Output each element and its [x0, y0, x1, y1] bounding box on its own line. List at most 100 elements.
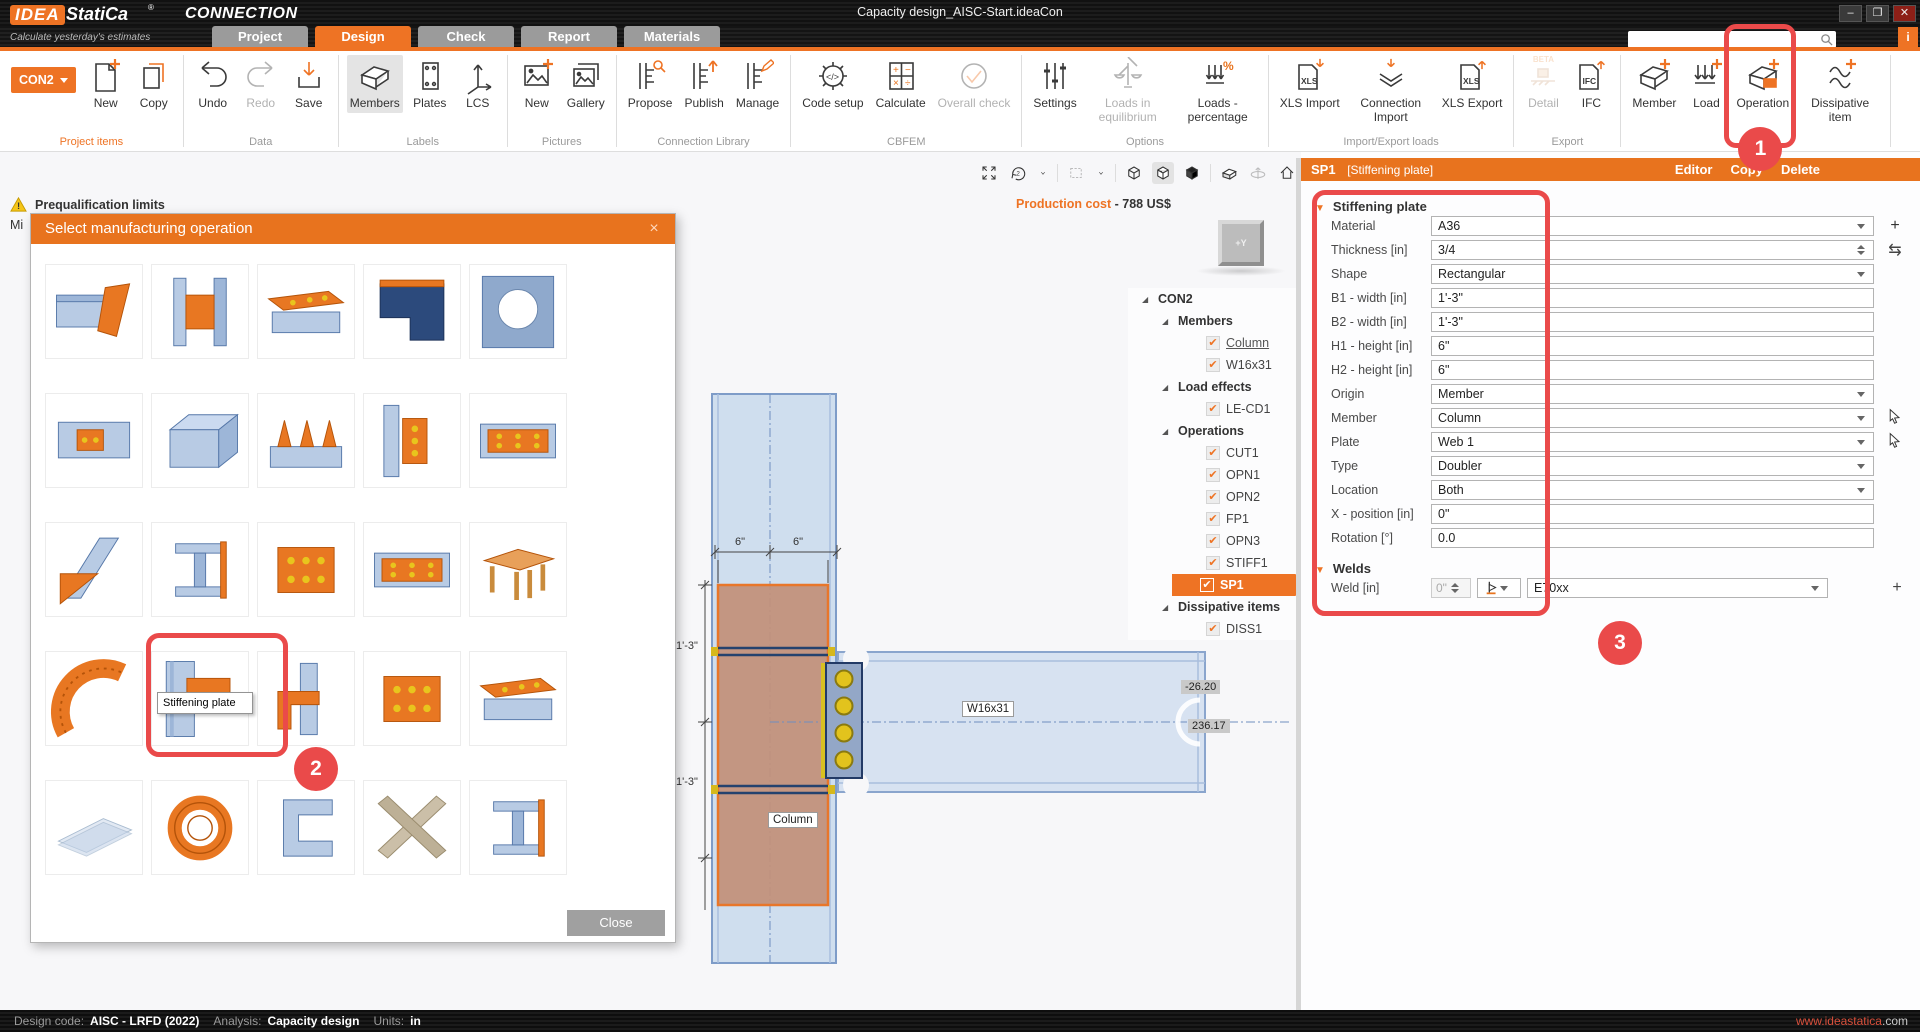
xls-export-button[interactable]: XLS Export [1439, 55, 1506, 113]
spinner-icons[interactable] [1857, 245, 1865, 255]
checkbox[interactable]: ✔ [1206, 534, 1220, 548]
op-opening[interactable] [469, 264, 567, 359]
op-cut-of-member[interactable] [45, 264, 143, 359]
xls-import-button[interactable]: XLS Import [1277, 55, 1343, 113]
op-beam-stub[interactable] [469, 780, 567, 875]
hidden-line-view-icon[interactable] [1152, 162, 1174, 184]
publish-button[interactable]: Publish [681, 55, 726, 113]
op-bend-of-member[interactable] [45, 651, 143, 746]
tree-item[interactable]: ◢ ✔ Load effects [1128, 376, 1298, 398]
tree-item[interactable]: ◢ ✔ LE-CD1 [1128, 398, 1298, 420]
property-value-control[interactable]: 0" [1431, 504, 1874, 524]
new-item-button[interactable]: New [85, 55, 127, 113]
property-value-control[interactable]: Member [1431, 384, 1874, 404]
members-labels-button[interactable]: Members [347, 55, 403, 113]
op-corner-angle[interactable] [257, 651, 355, 746]
maximize-button[interactable]: ❐ [1866, 5, 1889, 22]
property-value-control[interactable]: 6" [1431, 336, 1874, 356]
navigation-cube[interactable]: +Y [1218, 220, 1264, 266]
op-cross-braces[interactable] [363, 780, 461, 875]
minimize-button[interactable]: – [1839, 5, 1862, 22]
tree-item[interactable]: ◢ ✔ SP1 [1128, 574, 1298, 596]
property-value-control[interactable]: 0.0 [1431, 528, 1874, 548]
op-bolted-plates[interactable] [257, 522, 355, 617]
property-value-control[interactable]: Both [1431, 480, 1874, 500]
checkbox[interactable]: ✔ [1206, 336, 1220, 350]
manage-button[interactable]: Manage [733, 55, 782, 113]
op-cover-plate[interactable] [469, 651, 567, 746]
expander-icon[interactable]: ◢ [1162, 383, 1172, 392]
op-ring-opening[interactable] [151, 780, 249, 875]
code-setup-button[interactable]: Code setup [799, 55, 866, 113]
fit-view-icon[interactable] [978, 162, 1000, 184]
tab-project[interactable]: Project [212, 26, 308, 47]
new-picture-button[interactable]: New [516, 55, 558, 113]
op-widener[interactable] [257, 264, 355, 359]
copy-item-button[interactable]: Copy [133, 55, 175, 113]
tree-item[interactable]: ◢ ✔ CUT1 [1128, 442, 1298, 464]
tree-item[interactable]: ◢ ✔ FP1 [1128, 508, 1298, 530]
weld-electrode-dropdown[interactable]: E70xx [1527, 578, 1828, 598]
op-flat-plate[interactable] [45, 780, 143, 875]
chevron-down-icon[interactable] [1036, 162, 1050, 184]
tree-item[interactable]: ◢ ✔ OPN2 [1128, 486, 1298, 508]
section-stiffening-plate[interactable]: ▼ Stiffening plate [1301, 188, 1920, 214]
property-value-control[interactable]: 1'-3" [1431, 312, 1874, 332]
property-value-control[interactable]: A36 [1431, 216, 1874, 236]
delete-operation-button[interactable]: Delete [1781, 158, 1820, 181]
close-button[interactable]: ✕ [1893, 5, 1916, 22]
tree-item[interactable]: ◢ ✔ W16x31 [1128, 354, 1298, 376]
new-member-button[interactable]: Member [1629, 55, 1679, 113]
checkbox[interactable]: ✔ [1206, 358, 1220, 372]
property-value-control[interactable]: Doubler [1431, 456, 1874, 476]
checkbox[interactable]: ✔ [1206, 468, 1220, 482]
property-value-control[interactable]: 6" [1431, 360, 1874, 380]
property-value-control[interactable]: Column [1431, 408, 1874, 428]
save-button[interactable]: Save [288, 55, 330, 113]
op-bolt-grid[interactable] [363, 651, 461, 746]
editor-button[interactable]: Editor [1675, 158, 1713, 181]
op-fin-plate[interactable] [363, 393, 461, 488]
expander-icon[interactable]: ◢ [1162, 603, 1172, 612]
tree-item[interactable]: ◢ ✔ Operations [1128, 420, 1298, 442]
pick-cursor-icon[interactable] [1884, 432, 1906, 453]
weld-type-dropdown[interactable] [1477, 578, 1521, 598]
chevron-down-icon[interactable] [1094, 162, 1108, 184]
checkbox[interactable]: ✔ [1206, 402, 1220, 416]
new-load-button[interactable]: Load [1685, 55, 1727, 113]
tree-item[interactable]: ◢ ✔ DISS1 [1128, 618, 1298, 640]
settings-button[interactable]: Settings [1030, 55, 1079, 113]
plates-labels-button[interactable]: Plates [409, 55, 451, 113]
checkbox[interactable]: ✔ [1206, 446, 1220, 460]
website-link[interactable]: www.ideastatica.com [1796, 1014, 1908, 1028]
calculate-button[interactable]: Calculate [873, 55, 929, 113]
expander-icon[interactable]: ◢ [1162, 427, 1172, 436]
home-view-icon[interactable] [1276, 162, 1298, 184]
tree-item[interactable]: ◢ ✔ STIFF1 [1128, 552, 1298, 574]
checkbox[interactable]: ✔ [1206, 556, 1220, 570]
tree-item[interactable]: ◢ ✔ OPN1 [1128, 464, 1298, 486]
add-item-icon[interactable]: + [1884, 217, 1906, 235]
tree-item[interactable]: ◢ ✔ Dissipative items [1128, 596, 1298, 618]
new-operation-button[interactable]: 1 Operation [1733, 55, 1792, 113]
new-dissipative-item-button[interactable]: Dissipative item [1798, 55, 1882, 127]
op-rib[interactable] [257, 393, 355, 488]
tree-item[interactable]: ◢ ✔ Members [1128, 310, 1298, 332]
tree-item[interactable]: ◢ ✔ CON2 [1128, 288, 1298, 310]
op-connecting-plate[interactable] [363, 522, 461, 617]
property-value-control[interactable]: 3/4 [1431, 240, 1874, 260]
dialog-close-button[interactable]: Close [567, 910, 665, 936]
rotate-view-icon[interactable] [1007, 162, 1029, 184]
op-end-plate[interactable] [151, 393, 249, 488]
search-input[interactable] [1628, 31, 1836, 48]
op-plate-patch[interactable] [45, 393, 143, 488]
tab-report[interactable]: Report [521, 26, 617, 47]
lcs-button[interactable]: LCS [457, 55, 499, 113]
expander-icon[interactable]: ◢ [1142, 295, 1152, 304]
op-channel-member[interactable] [257, 780, 355, 875]
op-cut-of-plate[interactable] [363, 264, 461, 359]
info-button[interactable]: i [1898, 27, 1918, 47]
swap-icon[interactable]: ⇆ [1884, 240, 1906, 260]
dialog-close-icon[interactable]: × [643, 214, 665, 244]
propose-button[interactable]: Propose [625, 55, 676, 113]
